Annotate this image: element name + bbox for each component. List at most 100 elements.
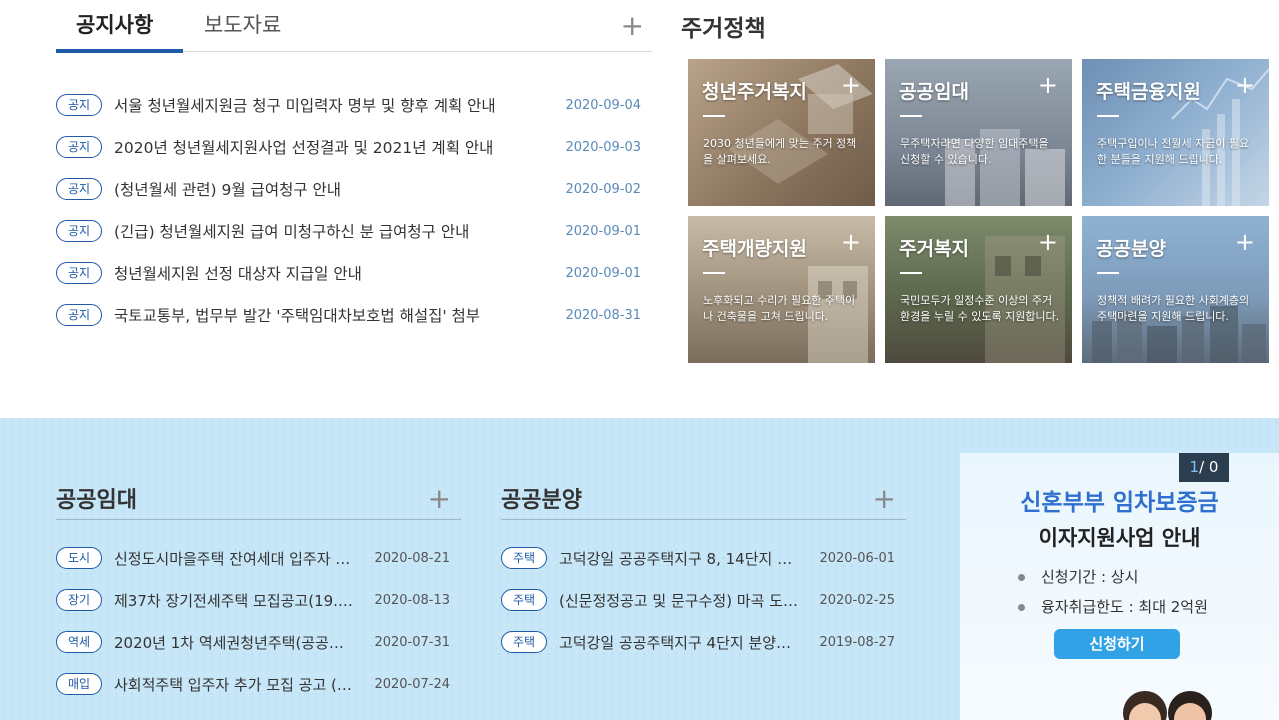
card-title: 공공분양 bbox=[1096, 238, 1166, 260]
notice-board: 공지사항 보도자료 + 공지 서울 청년월세지원금 청구 미입력자 명부 및 향후… bbox=[56, 0, 652, 326]
card-plus-icon: + bbox=[840, 71, 861, 99]
card-description: 주택구입이나 전월세 자금이 필요한 분들을 지원해 드립니다. bbox=[1097, 137, 1250, 166]
item-date: 2019-08-27 bbox=[819, 634, 895, 650]
card-description: 정책적 배려가 필요한 사회계층의 주택마련을 지원해 드립니다. bbox=[1097, 294, 1250, 323]
board-title: 공공분양 bbox=[501, 488, 582, 513]
item-title[interactable]: 사회적주택 입주자 추가 모집 공고 (… bbox=[114, 674, 352, 695]
more-plus-icon[interactable]: + bbox=[873, 485, 896, 513]
card-plus-icon: + bbox=[1037, 228, 1058, 256]
category-badge: 공지 bbox=[56, 136, 102, 158]
card-divider bbox=[1097, 115, 1119, 117]
item-title[interactable]: 신정도시마을주택 잔여세대 입주자 … bbox=[114, 548, 350, 569]
list-item[interactable]: 공지 청년월세지원 선정 대상자 지급일 안내 2020-09-01 bbox=[56, 252, 652, 294]
card-divider bbox=[900, 115, 922, 117]
card-title: 주택금융지원 bbox=[1096, 81, 1201, 103]
couple-photo-image bbox=[1123, 691, 1212, 720]
item-date: 2020-09-02 bbox=[565, 181, 641, 197]
item-date: 2020-09-04 bbox=[565, 97, 641, 113]
item-date: 2020-09-01 bbox=[565, 223, 641, 239]
item-title[interactable]: 2020년 청년월세지원사업 선정결과 및 2021년 계획 안내 bbox=[114, 136, 493, 158]
apply-button[interactable]: 신청하기 bbox=[1054, 629, 1180, 659]
item-title[interactable]: 2020년 1차 역세권청년주택(공공… bbox=[114, 632, 344, 653]
item-title[interactable]: 고덕강일 공공주택지구 4단지 분양… bbox=[559, 632, 791, 653]
banner-info-list: 신청기간 : 상시 융자취급한도 : 최대 2억원 bbox=[1018, 562, 1208, 622]
banner-subline: 이자지원사업 안내 bbox=[1038, 526, 1201, 550]
list-item[interactable]: 공지 (긴급) 청년월세지원 급여 미청구하신 분 급여청구 안내 2020-09-… bbox=[56, 210, 652, 252]
policy-card-public-sale[interactable]: 공공분양 + 정책적 배려가 필요한 사회계층의 주택마련을 지원해 드립니다. bbox=[1082, 216, 1269, 363]
list-item[interactable]: 역세 2020년 1차 역세권청년주택(공공… 2020-07-31 bbox=[56, 621, 461, 663]
list-item[interactable]: 도시 신정도시마을주택 잔여세대 입주자 … 2020-08-21 bbox=[56, 537, 461, 579]
item-title[interactable]: 고덕강일 공공주택지구 8, 14단지 … bbox=[559, 548, 792, 569]
item-date: 2020-07-31 bbox=[374, 634, 450, 650]
sale-list: 주택 고덕강일 공공주택지구 8, 14단지 … 2020-06-01 주택 (신문정… bbox=[501, 537, 906, 663]
list-item[interactable]: 주택 (신문정정공고 및 문구수정) 마곡 도… 2020-02-25 bbox=[501, 579, 906, 621]
list-item[interactable]: 장기 제37차 장기전세주택 모집공고(19.… 2020-08-13 bbox=[56, 579, 461, 621]
banner-headline: 신혼부부 임차보증금 bbox=[1020, 490, 1219, 516]
board-title: 공공임대 bbox=[56, 488, 137, 513]
item-date: 2020-08-13 bbox=[374, 592, 450, 608]
card-plus-icon: + bbox=[840, 228, 861, 256]
active-tab-underline bbox=[56, 49, 183, 53]
card-plus-icon: + bbox=[1234, 228, 1255, 256]
category-badge: 매입 bbox=[56, 673, 102, 695]
tab-press-releases[interactable]: 보도자료 bbox=[204, 9, 281, 39]
pager-total: 0 bbox=[1208, 458, 1219, 476]
item-date: 2020-07-24 bbox=[374, 676, 450, 692]
card-plus-icon: + bbox=[1234, 71, 1255, 99]
card-title: 청년주거복지 bbox=[702, 81, 807, 103]
policy-card-housing-welfare[interactable]: 주거복지 + 국민모두가 일정수준 이상의 주거 환경을 누릴 수 있도록 지원… bbox=[885, 216, 1072, 363]
pager-separator: / bbox=[1199, 458, 1205, 476]
item-title[interactable]: (긴급) 청년월세지원 급여 미청구하신 분 급여청구 안내 bbox=[114, 220, 469, 242]
category-badge: 도시 bbox=[56, 547, 102, 569]
list-item[interactable]: 공지 서울 청년월세지원금 청구 미입력자 명부 및 향후 계획 안내 2020-0… bbox=[56, 84, 652, 126]
policy-card-youth-housing[interactable]: 청년주거복지 + 2030 청년들에게 맞는 주거 정책을 살펴보세요. bbox=[688, 59, 875, 206]
category-badge: 주택 bbox=[501, 589, 547, 611]
item-date: 2020-06-01 bbox=[819, 550, 895, 566]
item-title[interactable]: 국토교통부, 법무부 발간 '주택임대차보호법 해설집' 첨부 bbox=[114, 304, 480, 326]
card-title: 공공임대 bbox=[899, 81, 969, 103]
item-date: 2020-09-01 bbox=[565, 265, 641, 281]
notice-list: 공지 서울 청년월세지원금 청구 미입력자 명부 및 향후 계획 안내 2020-0… bbox=[56, 84, 652, 336]
rental-list: 도시 신정도시마을주택 잔여세대 입주자 … 2020-08-21 장기 제37차 장… bbox=[56, 537, 461, 705]
category-badge: 장기 bbox=[56, 589, 102, 611]
card-description: 국민모두가 일정수준 이상의 주거 환경을 누릴 수 있도록 지원합니다. bbox=[900, 294, 1060, 323]
top-section: 공지사항 보도자료 + 공지 서울 청년월세지원금 청구 미입력자 명부 및 향후… bbox=[0, 0, 1279, 418]
category-badge: 공지 bbox=[56, 220, 102, 242]
item-title[interactable]: 제37차 장기전세주택 모집공고(19.… bbox=[114, 590, 353, 611]
list-item[interactable]: 주택 고덕강일 공공주택지구 4단지 분양… 2019-08-27 bbox=[501, 621, 906, 663]
card-divider bbox=[900, 272, 922, 274]
policy-section-title: 주거정책 bbox=[681, 16, 766, 42]
item-date: 2020-08-21 bbox=[374, 550, 450, 566]
list-item[interactable]: 주택 고덕강일 공공주택지구 8, 14단지 … 2020-06-01 bbox=[501, 537, 906, 579]
promo-banner[interactable]: 1/ 0 신혼부부 임차보증금 이자지원사업 안내 신청기간 : 상시 융자취급… bbox=[960, 453, 1279, 720]
policy-grid: 청년주거복지 + 2030 청년들에게 맞는 주거 정책을 살펴보세요. 공공임… bbox=[688, 59, 1269, 363]
item-date: 2020-09-03 bbox=[565, 139, 641, 155]
banner-pager[interactable]: 1/ 0 bbox=[1179, 453, 1229, 482]
list-item[interactable]: 매입 사회적주택 입주자 추가 모집 공고 (… 2020-07-24 bbox=[56, 663, 461, 705]
category-badge: 공지 bbox=[56, 178, 102, 200]
item-title[interactable]: 청년월세지원 선정 대상자 지급일 안내 bbox=[114, 262, 362, 284]
item-title[interactable]: (신문정정공고 및 문구수정) 마곡 도… bbox=[559, 590, 798, 611]
tab-notices[interactable]: 공지사항 bbox=[76, 9, 153, 39]
list-item[interactable]: 공지 국토교통부, 법무부 발간 '주택임대차보호법 해설집' 첨부 2020-08… bbox=[56, 294, 652, 336]
more-plus-icon[interactable]: + bbox=[621, 12, 644, 40]
category-badge: 역세 bbox=[56, 631, 102, 653]
item-title[interactable]: (청년월세 관련) 9월 급여청구 안내 bbox=[114, 178, 341, 200]
policy-card-housing-finance[interactable]: 주택금융지원 + 주택구입이나 전월세 자금이 필요한 분들을 지원해 드립니다… bbox=[1082, 59, 1269, 206]
item-title[interactable]: 서울 청년월세지원금 청구 미입력자 명부 및 향후 계획 안내 bbox=[114, 94, 496, 116]
board-divider bbox=[501, 519, 906, 520]
more-plus-icon[interactable]: + bbox=[428, 485, 451, 513]
banner-info-item: 융자취급한도 : 최대 2억원 bbox=[1018, 592, 1208, 622]
category-badge: 주택 bbox=[501, 631, 547, 653]
list-item[interactable]: 공지 2020년 청년월세지원사업 선정결과 및 2021년 계획 안내 2020-… bbox=[56, 126, 652, 168]
card-plus-icon: + bbox=[1037, 71, 1058, 99]
policy-card-public-rental[interactable]: 공공임대 + 무주택자라면 다양한 임대주택을 신청할 수 있습니다. bbox=[885, 59, 1072, 206]
banner-info-item: 신청기간 : 상시 bbox=[1018, 562, 1208, 592]
item-date: 2020-02-25 bbox=[819, 592, 895, 608]
list-item[interactable]: 공지 (청년월세 관련) 9월 급여청구 안내 2020-09-02 bbox=[56, 168, 652, 210]
category-badge: 공지 bbox=[56, 262, 102, 284]
policy-card-housing-repair[interactable]: 주택개량지원 + 노후화되고 수리가 필요한 주택이나 건축물을 고쳐 드립니다… bbox=[688, 216, 875, 363]
card-divider bbox=[1097, 272, 1119, 274]
card-divider bbox=[703, 115, 725, 117]
card-description: 노후화되고 수리가 필요한 주택이나 건축물을 고쳐 드립니다. bbox=[703, 294, 856, 323]
